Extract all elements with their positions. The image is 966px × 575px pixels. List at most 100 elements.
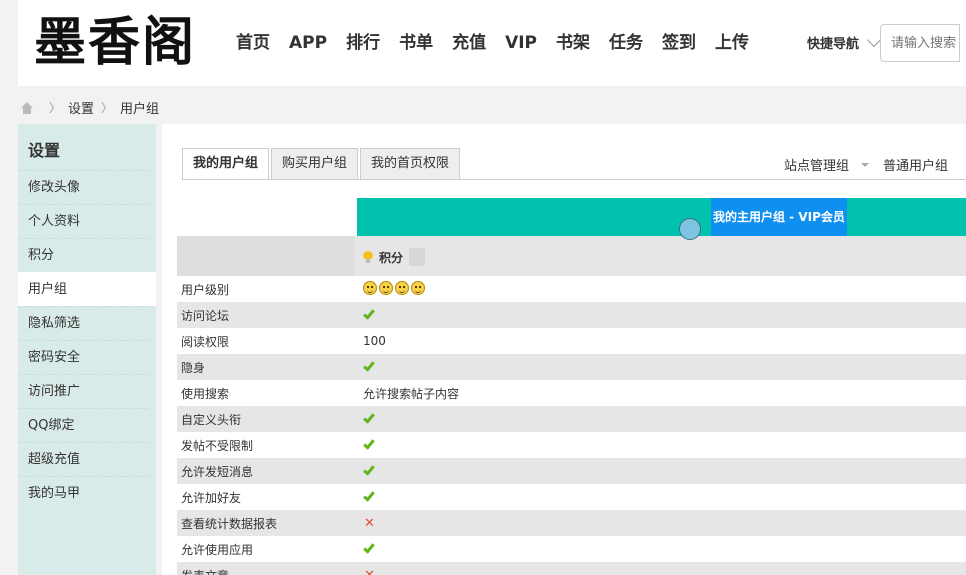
site-header: 墨香阁 首页 APP 排行 书单 充值 VIP 书架 任务 签到 上传 快捷导航 <box>18 0 966 86</box>
permission-value: 100 <box>363 334 386 348</box>
nav-item-app[interactable]: APP <box>289 30 327 56</box>
nav-item-home[interactable]: 首页 <box>236 30 270 56</box>
sidebar-title: 设置 <box>28 141 61 160</box>
permission-value <box>355 458 966 484</box>
regular-group-link[interactable]: 普通用户组 <box>883 155 948 174</box>
nav-item-ranking[interactable]: 排行 <box>346 30 380 56</box>
sidebar-item-profile[interactable]: 个人资料 <box>18 204 148 238</box>
usergroup-tabs: 我的用户组 购买用户组 我的首页权限 <box>182 148 462 180</box>
smiley-icon <box>395 280 409 295</box>
cross-icon: ✕ <box>364 515 375 531</box>
sidebar-item-privacy[interactable]: 隐私筛选 <box>18 306 148 340</box>
credits-row: 积分 <box>177 236 966 276</box>
check-icon <box>363 541 375 554</box>
table-row: 发帖不受限制 <box>177 432 966 458</box>
sidebar-item-usergroup[interactable]: 用户组 <box>18 272 156 306</box>
sidebar-item-super-recharge[interactable]: 超级充值 <box>18 442 148 476</box>
quick-nav-dropdown[interactable]: 快捷导航 <box>807 32 882 52</box>
nav-item-booklist[interactable]: 书单 <box>399 30 433 56</box>
sidebar-item-password[interactable]: 密码安全 <box>18 340 148 374</box>
table-row: 访问论坛 <box>177 302 966 328</box>
chevron-right-icon: 〉 <box>101 101 114 115</box>
permission-value <box>355 536 966 562</box>
nav-item-recharge[interactable]: 充值 <box>452 30 486 56</box>
permission-name: 发表文章 <box>177 562 355 575</box>
nav-item-checkin[interactable]: 签到 <box>662 30 696 56</box>
main-nav: 首页 APP 排行 书单 充值 VIP 书架 任务 签到 上传 <box>236 30 768 56</box>
permission-value: ✕ <box>355 510 966 536</box>
permission-name: 阅读权限 <box>181 334 230 349</box>
sidebar-item-promotion[interactable]: 访问推广 <box>18 374 148 408</box>
nav-item-vip[interactable]: VIP <box>505 30 537 56</box>
nav-item-upload[interactable]: 上传 <box>715 30 749 56</box>
check-icon <box>363 307 375 320</box>
permission-value: ✕ <box>355 562 966 575</box>
smiley-icon <box>363 280 377 295</box>
cross-icon: ✕ <box>364 567 375 575</box>
smiley-icon <box>379 280 393 295</box>
main-content: 我的用户组 购买用户组 我的首页权限 站点管理组 普通用户组 我的主用户组 - … <box>162 124 966 575</box>
group-banner: 我的主用户组 - VIP会员 <box>357 198 966 236</box>
sidebar-item-avatar[interactable]: 修改头像 <box>18 170 148 204</box>
quick-nav-label: 快捷导航 <box>807 37 860 52</box>
credits-row-spacer <box>177 236 355 276</box>
blurred-value <box>409 248 426 266</box>
check-icon <box>363 359 375 372</box>
home-icon[interactable] <box>20 101 34 114</box>
check-icon <box>363 463 375 476</box>
level-faces <box>363 280 427 295</box>
breadcrumb: 〉 设置 〉 用户组 <box>20 98 159 117</box>
table-row: 使用搜索 允许搜索帖子内容 <box>177 380 966 406</box>
sidebar-item-qq-bind[interactable]: QQ绑定 <box>18 408 148 442</box>
permission-name: 访问论坛 <box>181 308 230 323</box>
tab-buy-usergroup[interactable]: 购买用户组 <box>271 148 359 180</box>
permission-name: 允许使用应用 <box>181 542 254 557</box>
table-row: 允许使用应用 <box>177 536 966 562</box>
chevron-right-icon: 〉 <box>49 101 62 115</box>
table-row: 用户级别 <box>177 276 966 302</box>
permissions-table: 用户级别访问论坛阅读权限 100 隐身使用搜索 允许搜索帖子内容 自定义头衔发帖不受限制… <box>177 276 966 575</box>
permission-value <box>355 432 966 458</box>
breadcrumb-usergroup: 用户组 <box>120 102 160 117</box>
credits-label: 积分 <box>379 250 404 265</box>
permission-name: 用户级别 <box>181 282 230 297</box>
nav-item-tasks[interactable]: 任务 <box>609 30 643 56</box>
lightbulb-icon <box>363 251 373 263</box>
permission-name: 隐身 <box>181 360 206 375</box>
group-links: 站点管理组 普通用户组 <box>784 155 948 174</box>
search-input[interactable] <box>880 24 960 62</box>
tab-home-permissions[interactable]: 我的首页权限 <box>360 148 461 180</box>
check-icon <box>363 411 375 424</box>
table-row: 自定义头衔 <box>177 406 966 432</box>
main-group-label: 我的主用户组 - VIP会员 <box>711 198 847 236</box>
table-row: 发表文章 ✕ <box>177 562 966 575</box>
credits-cell: 积分 <box>363 248 426 266</box>
table-row: 允许发短消息 <box>177 458 966 484</box>
check-icon <box>363 437 375 450</box>
caret-down-icon[interactable] <box>861 162 870 167</box>
site-logo[interactable]: 墨香阁 <box>34 10 214 76</box>
admin-group-link[interactable]: 站点管理组 <box>784 155 849 174</box>
chevron-down-icon <box>866 32 882 47</box>
breadcrumb-settings[interactable]: 设置 <box>68 98 94 117</box>
sidebar-item-alias[interactable]: 我的马甲 <box>18 476 148 510</box>
sidebar-item-credits[interactable]: 积分 <box>18 238 148 272</box>
permission-value <box>355 276 966 302</box>
permission-name: 允许加好友 <box>181 490 242 505</box>
permission-name: 允许发短消息 <box>181 464 254 479</box>
permission-value: 允许搜索帖子内容 <box>363 386 460 401</box>
permission-value <box>355 484 966 510</box>
permission-value <box>355 354 966 380</box>
smiley-icon <box>411 280 425 295</box>
tab-divider <box>182 179 966 180</box>
permission-value <box>355 406 966 432</box>
table-row: 隐身 <box>177 354 966 380</box>
mouse-cursor-indicator <box>679 218 701 240</box>
table-row: 查看统计数据报表 ✕ <box>177 510 966 536</box>
settings-sidebar: 设置 修改头像 个人资料 积分 用户组 隐私筛选 密码安全 访问推广 QQ绑定 … <box>18 124 156 575</box>
check-icon <box>363 489 375 502</box>
nav-item-bookshelf[interactable]: 书架 <box>556 30 590 56</box>
table-row: 允许加好友 <box>177 484 966 510</box>
permission-name: 发帖不受限制 <box>181 438 254 453</box>
tab-my-usergroup[interactable]: 我的用户组 <box>182 148 270 180</box>
